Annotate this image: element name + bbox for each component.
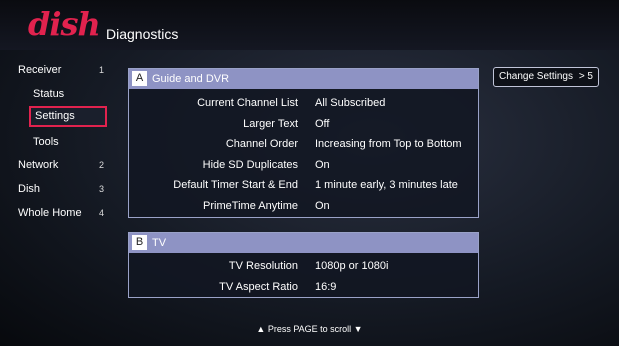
setting-value: Off (315, 117, 330, 130)
setting-value: 1 minute early, 3 minutes late (315, 179, 458, 191)
sidebar-item-label: Whole Home (18, 207, 82, 219)
setting-value: All Subscribed (315, 97, 386, 109)
setting-row: Current Channel List All Subscribed (129, 93, 478, 114)
setting-row: Channel Order Increasing from Top to Bot… (129, 134, 478, 155)
sidebar-item-number: 2 (98, 160, 104, 170)
change-settings-button[interactable]: Change Settings > 5 (493, 67, 599, 87)
sidebar-subitem-status[interactable]: Status (33, 83, 64, 105)
sidebar-item-number: 3 (98, 184, 104, 194)
sidebar-item-dish[interactable]: Dish 3 (18, 178, 110, 200)
setting-label: Default Timer Start & End (173, 179, 298, 191)
setting-label: Larger Text (243, 117, 298, 130)
panel-letter-badge: A (132, 71, 147, 86)
dish-logo: dish (28, 5, 101, 43)
sidebar-item-network[interactable]: Network 2 (18, 154, 110, 176)
scroll-hint: ▲ Press PAGE to scroll ▼ (256, 324, 363, 334)
panel-header: A Guide and DVR (129, 69, 478, 89)
setting-label: Channel Order (225, 138, 298, 150)
setting-value: Increasing from Top to Bottom (315, 138, 462, 150)
sidebar-item-receiver[interactable]: Receiver 1 (18, 59, 110, 81)
setting-value: 1080p or 1080i (315, 260, 389, 272)
setting-value: 16:9 (315, 280, 337, 293)
setting-value: On (315, 199, 330, 212)
sidebar-item-label: Network (18, 159, 59, 171)
panel-title: TV (152, 237, 167, 249)
setting-row: PrimeTime Anytime On (129, 196, 478, 217)
sidebar-item-label: Dish (18, 183, 41, 195)
sidebar-subitem-tools[interactable]: Tools (33, 131, 59, 153)
setting-label: PrimeTime Anytime (203, 199, 298, 212)
panel-title: Guide and DVR (152, 73, 230, 85)
change-settings-label: Change Settings (499, 71, 573, 82)
panel-header: B TV (129, 233, 478, 253)
change-settings-shortcut: > 5 (578, 71, 593, 82)
setting-value: On (315, 158, 330, 171)
setting-label: Current Channel List (197, 97, 298, 109)
sidebar-item-number: 1 (98, 65, 104, 75)
sidebar-subitem-settings[interactable]: Settings (29, 106, 107, 127)
guide-dvr-panel: A Guide and DVR Current Channel List All… (128, 68, 479, 218)
sidebar-item-label: Receiver (18, 64, 62, 76)
setting-label: TV Resolution (228, 260, 298, 272)
panel-letter-badge: B (132, 235, 147, 250)
header-bar: dish Diagnostics (0, 0, 619, 50)
setting-label: TV Aspect Ratio (219, 280, 298, 293)
sidebar-subitem-label: Settings (35, 110, 75, 122)
page-title: Diagnostics (106, 26, 179, 42)
setting-row: Hide SD Duplicates On (129, 155, 478, 176)
diagnostics-screen: dish Diagnostics Receiver 1 Status Setti… (0, 0, 619, 346)
sidebar-item-number: 4 (98, 208, 104, 218)
tv-panel: B TV TV Resolution 1080p or 1080i TV Asp… (128, 232, 479, 298)
setting-row: Default Timer Start & End 1 minute early… (129, 175, 478, 196)
setting-row: TV Aspect Ratio 16:9 (129, 277, 478, 298)
setting-row: Larger Text Off (129, 114, 478, 135)
setting-label: Hide SD Duplicates (202, 158, 298, 171)
sidebar-item-whole-home[interactable]: Whole Home 4 (18, 202, 110, 224)
setting-row: TV Resolution 1080p or 1080i (129, 256, 478, 277)
